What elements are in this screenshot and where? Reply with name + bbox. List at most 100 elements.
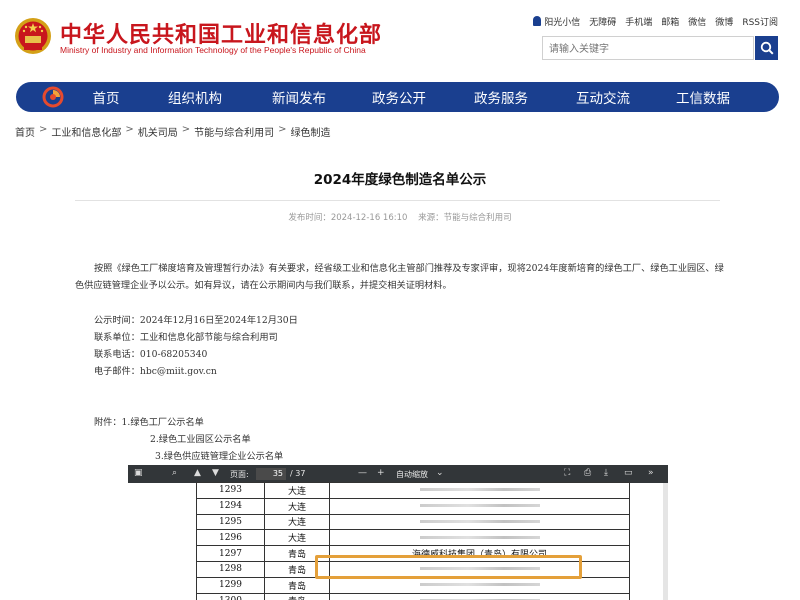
top-link-accessibility[interactable]: 无障碍	[589, 15, 616, 28]
breadcrumb-home[interactable]: 首页	[15, 124, 35, 139]
row-city: 大连	[264, 529, 330, 547]
pdf-viewer: ▣ ⌕ ▲ ▼ 页面: 35 / 37 — + 自动缩放 ⌄ ⛶ ⎙ ⤓ ▭ »…	[128, 465, 668, 600]
sidebar-toggle-icon[interactable]: ▣	[134, 468, 143, 478]
attachment-link-3[interactable]: 3.绿色供应链管理企业公示名单	[94, 448, 725, 465]
breadcrumb-separator: >	[181, 124, 191, 135]
row-city: 青岛	[264, 576, 330, 594]
row-number: 1297	[196, 545, 265, 562]
breadcrumb-green-manufacturing[interactable]: 绿色制造	[291, 124, 331, 139]
row-number: 1296	[196, 529, 265, 547]
obscured-text	[419, 535, 540, 539]
search-icon[interactable]: ⌕	[172, 468, 177, 478]
search-box	[542, 36, 754, 61]
row-company-name	[329, 592, 630, 600]
row-company-name	[329, 576, 630, 594]
contact-phone: 联系电话：010-68205340	[94, 349, 208, 360]
row-number: 1299	[196, 576, 265, 594]
print-icon[interactable]: ⎙	[584, 468, 591, 478]
attachment-link-1[interactable]: 附件：1.绿色工厂公示名单	[94, 414, 725, 431]
search-input[interactable]	[543, 38, 753, 61]
table-row: 1296 大连	[196, 529, 630, 547]
breadcrumb-separator: >	[39, 124, 48, 135]
top-link-weibo[interactable]: 微博	[715, 15, 733, 28]
obscured-text	[419, 519, 540, 523]
obscured-text	[419, 488, 540, 492]
nav-item-news[interactable]: 新闻发布	[250, 87, 348, 107]
highlight-box	[315, 555, 582, 579]
table-row: 1293 大连	[196, 482, 630, 499]
row-city: 大连	[264, 497, 330, 515]
search-icon	[760, 41, 774, 55]
zoom-in-icon[interactable]: +	[377, 468, 385, 478]
article-paragraph: 按照《绿色工厂梯度培育及管理暂行办法》有关要求，经省级工业和信息化主管部门推荐及…	[75, 263, 724, 291]
main-nav: 首页 组织机构 新闻发布 政务公开 政务服务 互动交流 工信数据	[16, 82, 779, 112]
obscured-text	[419, 583, 540, 587]
pdf-toolbar: ▣ ⌕ ▲ ▼ 页面: 35 / 37 — + 自动缩放 ⌄ ⛶ ⎙ ⤓ ▭ »	[128, 465, 668, 483]
zoom-select[interactable]: 自动缩放	[396, 469, 428, 480]
row-company-name	[329, 513, 630, 531]
row-number: 1294	[196, 497, 265, 515]
table-row: 1300青岛	[196, 592, 630, 600]
search-button[interactable]	[755, 36, 778, 60]
row-city: 大连	[264, 482, 330, 499]
obscured-text	[419, 504, 540, 508]
page-label: 页面:	[230, 470, 249, 479]
nav-item-gov-affairs[interactable]: 政务公开	[348, 87, 450, 107]
contact-period: 公示时间：2024年12月16日至2024年12月30日	[94, 315, 298, 326]
title-divider	[75, 200, 720, 201]
list-table: 1293 大连 1294 大连 1295 大连 1296 大连 1297 青岛 海德威科技集团（青岛…	[196, 482, 630, 600]
top-link-wechat[interactable]: 微信	[688, 15, 706, 28]
row-number: 1298	[196, 560, 265, 578]
total-pages: / 37	[290, 469, 306, 478]
national-emblem-icon[interactable]	[14, 16, 52, 56]
row-company-name	[329, 497, 630, 515]
breadcrumb-ministry[interactable]: 工业和信息化部	[51, 124, 121, 139]
row-company-name	[329, 482, 630, 499]
download-icon[interactable]: ⤓	[604, 468, 608, 478]
pdf-scrollbar[interactable]	[663, 483, 668, 600]
table-row: 1299 青岛	[196, 576, 630, 594]
attachment-link-2[interactable]: 2.绿色工业园区公示名单	[94, 431, 725, 448]
row-number: 1300	[196, 592, 265, 600]
row-company-name	[329, 529, 630, 547]
nav-item-home[interactable]: 首页	[72, 87, 140, 107]
breadcrumb-separator: >	[278, 124, 287, 135]
nav-item-interaction[interactable]: 互动交流	[552, 87, 654, 107]
publish-time: 发布时间：2024-12-16 16:10	[288, 213, 408, 223]
breadcrumb-separator: >	[125, 124, 134, 135]
nav-item-organization[interactable]: 组织机构	[140, 87, 250, 107]
row-city: 青岛	[264, 592, 330, 600]
breadcrumb-energy-dept[interactable]: 节能与综合利用司	[194, 124, 274, 139]
contact-info: 公示时间：2024年12月16日至2024年12月30日 联系单位：工业和信息化…	[75, 312, 725, 380]
breadcrumb-departments[interactable]: 机关司局	[138, 124, 178, 139]
pdf-page: 1293 大连 1294 大连 1295 大连 1296 大连 1297 青岛 海德威科技集团（青岛…	[128, 482, 663, 600]
table-row: 1295 大连	[196, 513, 630, 531]
top-link-mobile[interactable]: 手机端	[625, 15, 652, 28]
article-meta: 发布时间：2024-12-16 16:10 来源：节能与综合利用司	[0, 211, 800, 223]
breadcrumb: 首页 > 工业和信息化部 > 机关司局 > 节能与综合利用司 > 绿色制造	[15, 124, 331, 139]
article-source: 来源：节能与综合利用司	[418, 213, 512, 223]
fullscreen-icon[interactable]: ⛶	[564, 468, 570, 478]
nav-item-gov-services[interactable]: 政务服务	[450, 87, 552, 107]
contact-unit: 联系单位：工业和信息化部节能与综合利用司	[94, 332, 278, 343]
top-link-rss[interactable]: RSS订阅	[742, 15, 778, 28]
top-link-email[interactable]: 邮箱	[661, 15, 679, 28]
next-page-icon[interactable]: ▼	[212, 468, 219, 478]
site-header: 中华人民共和国工业和信息化部 Ministry of Industry and …	[0, 0, 800, 80]
bookmark-icon[interactable]: ▭	[624, 468, 633, 478]
attachments: 附件：1.绿色工厂公示名单 2.绿色工业园区公示名单 3.绿色供应链管理企业公示…	[75, 414, 725, 465]
nav-item-data[interactable]: 工信数据	[654, 87, 752, 107]
article-title: 2024年度绿色制造名单公示	[313, 172, 487, 188]
top-link-sunshine[interactable]: 阳光小信	[533, 15, 580, 28]
zoom-out-icon[interactable]: —	[358, 468, 367, 478]
table-row: 1294 大连	[196, 497, 630, 515]
miit-logo-icon[interactable]	[42, 86, 64, 108]
site-subtitle: Ministry of Industry and Information Tec…	[60, 45, 366, 55]
top-links: 阳光小信 无障碍 手机端 邮箱 微信 微博 RSS订阅	[533, 15, 778, 28]
previous-page-icon[interactable]: ▲	[194, 468, 201, 478]
row-number: 1295	[196, 513, 265, 531]
more-tools-icon[interactable]: »	[648, 468, 654, 478]
page-number-input[interactable]: 35	[256, 468, 286, 480]
row-city: 大连	[264, 513, 330, 531]
sunshine-icon	[533, 16, 542, 26]
